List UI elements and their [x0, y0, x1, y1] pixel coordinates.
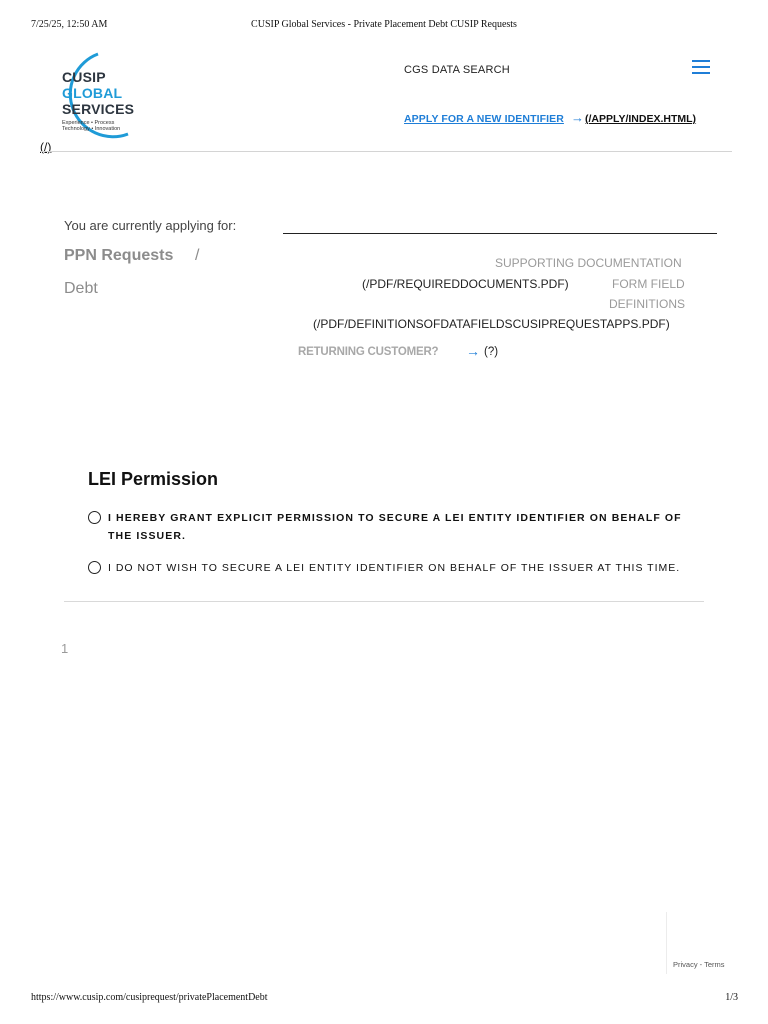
print-page-title: CUSIP Global Services - Private Placemen…	[251, 19, 517, 30]
supporting-documentation-href[interactable]: (/PDF/REQUIREDDOCUMENTS.PDF)	[362, 277, 569, 291]
logo-text-global: GLOBAL	[62, 85, 123, 101]
print-page-number: 1/3	[725, 992, 738, 1003]
applying-underline	[283, 233, 717, 234]
breadcrumb-subcategory: Debt	[64, 280, 98, 297]
header-divider	[40, 151, 732, 152]
arrow-right-icon: →	[571, 110, 584, 125]
section-divider	[64, 601, 704, 602]
lei-option-grant-label-2: THE ISSUER.	[108, 530, 187, 542]
breadcrumb-separator: /	[195, 247, 200, 264]
print-footer: https://www.cusip.com/cusiprequest/priva…	[0, 992, 768, 1006]
logo-text-cusip: CUSIP	[62, 69, 106, 85]
radio-button-decline[interactable]	[88, 561, 101, 574]
definitions-href[interactable]: (/PDF/DEFINITIONSOFDATAFIELDSCUSIPREQUES…	[313, 317, 670, 331]
supporting-documentation-link[interactable]: SUPPORTING DOCUMENTATION	[495, 256, 682, 270]
apply-new-identifier-link[interactable]: APPLY FOR A NEW IDENTIFIER	[404, 113, 564, 125]
lei-option-decline-label: I DO NOT WISH TO SECURE A LEI ENTITY IDE…	[108, 562, 681, 574]
apply-href-text[interactable]: (/APPLY/INDEX.HTML)	[585, 113, 696, 125]
cusip-logo[interactable]: CUSIP GLOBAL SERVICES Experience • Proce…	[40, 50, 150, 142]
breadcrumb-category: PPN Requests	[64, 247, 174, 264]
form-field-definitions-link-2[interactable]: DEFINITIONS	[609, 297, 685, 311]
hamburger-icon[interactable]	[692, 60, 712, 76]
returning-customer-href[interactable]: (?)	[484, 346, 498, 358]
logo-tagline-2: Technology • Innovation	[62, 126, 121, 132]
applying-label: You are currently applying for:	[64, 218, 237, 233]
form-field-definitions-link-1[interactable]: FORM FIELD	[612, 277, 685, 291]
logo-text-services: SERVICES	[62, 101, 135, 117]
print-url: https://www.cusip.com/cusiprequest/priva…	[31, 992, 268, 1003]
arrow-right-icon: →	[466, 343, 480, 359]
returning-customer-link[interactable]: RETURNING CUSTOMER?	[298, 346, 439, 358]
lei-option-grant-label-1: I HEREBY GRANT EXPLICIT PERMISSION TO SE…	[108, 512, 682, 524]
cgs-data-search-link[interactable]: CGS DATA SEARCH	[404, 64, 510, 76]
print-header: 7/25/25, 12:50 AM CUSIP Global Services …	[0, 19, 768, 33]
recaptcha-privacy-terms[interactable]: Privacy - Terms	[673, 960, 725, 969]
logo-tagline: Experience • Process Technology • Innova…	[62, 120, 152, 132]
radio-button-grant[interactable]	[88, 511, 101, 524]
step-indicator: 1	[61, 641, 69, 656]
lei-permission-title: LEI Permission	[88, 469, 219, 489]
